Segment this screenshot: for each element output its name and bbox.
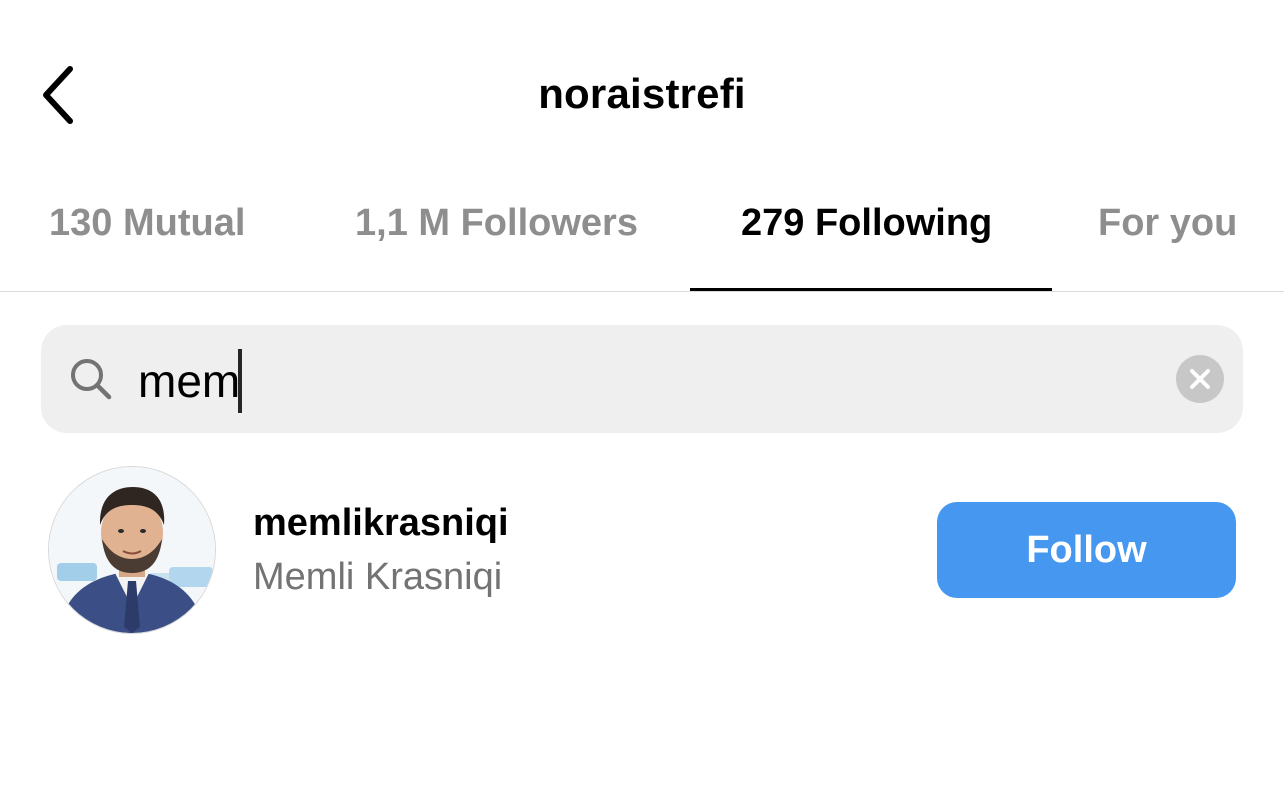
tab-for-you[interactable]: For you xyxy=(1098,202,1237,245)
clear-circle-icon xyxy=(1190,369,1210,389)
tab-following[interactable]: 279 Following xyxy=(741,202,992,245)
clear-search-button[interactable] xyxy=(1176,355,1224,403)
tab-followers[interactable]: 1,1 M Followers xyxy=(355,202,638,245)
search-input-value[interactable]: mem xyxy=(138,349,243,417)
avatar[interactable] xyxy=(48,466,216,634)
divider xyxy=(0,291,1284,292)
profile-photo xyxy=(49,467,215,633)
follow-button[interactable]: Follow xyxy=(937,502,1236,598)
username[interactable]: memlikrasniqi xyxy=(253,502,509,545)
full-name: Memli Krasniqi xyxy=(253,556,503,598)
search-input[interactable]: mem xyxy=(41,325,1243,433)
page-title: noraistrefi xyxy=(538,70,746,117)
search-icon xyxy=(71,359,112,400)
list-item[interactable]: memlikrasniqi Memli Krasniqi Follow xyxy=(0,462,1284,638)
tab-mutual[interactable]: 130 Mutual xyxy=(49,202,245,245)
tab-bar: 130 Mutual 1,1 M Followers 279 Following… xyxy=(0,190,1284,291)
text-caret xyxy=(238,349,243,413)
following-list-screen: noraistrefi 130 Mutual 1,1 M Followers 2… xyxy=(0,0,1284,791)
search-query: mem xyxy=(138,355,241,408)
